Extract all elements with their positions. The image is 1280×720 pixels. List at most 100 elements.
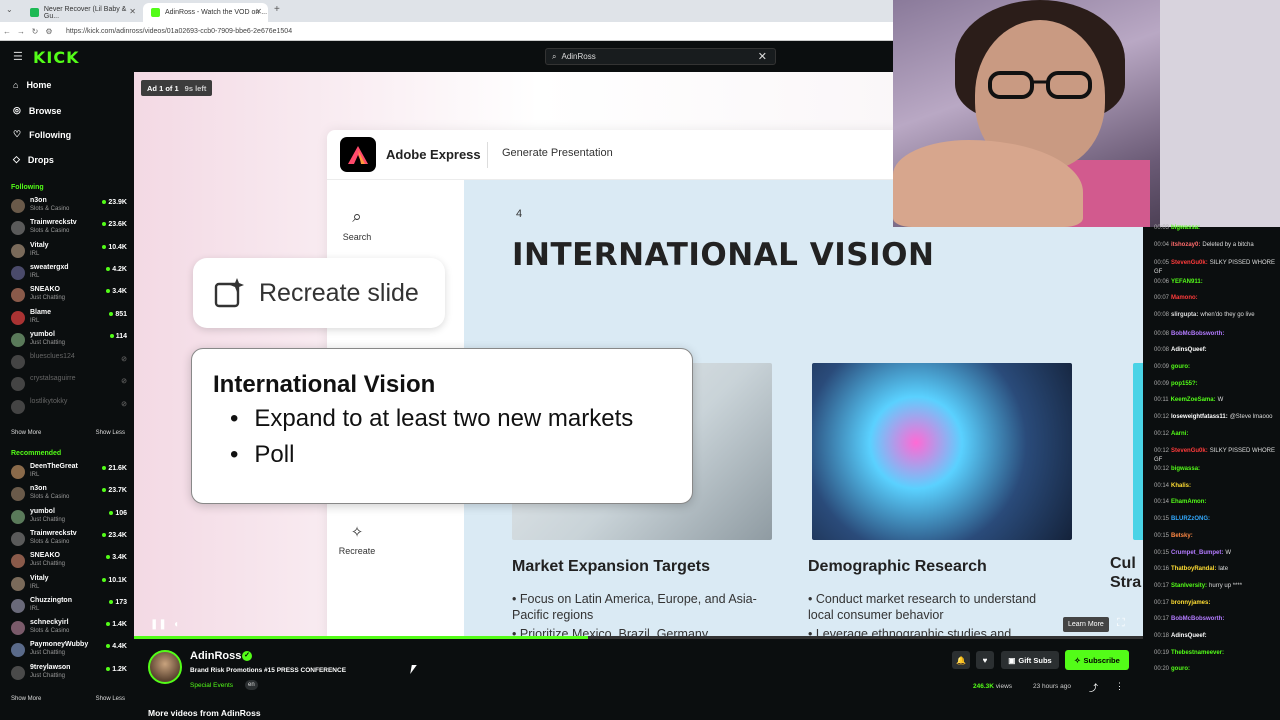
- chat-message: 00:08 slirgupta: when'do they go live: [1154, 311, 1280, 329]
- chat-username[interactable]: KeemZoeSama:: [1171, 397, 1216, 403]
- browser-tab[interactable]: Never Recover (Lil Baby & Gu... ✕: [22, 3, 142, 22]
- channel-item[interactable]: Vitaly IRL 10.1K: [11, 574, 127, 596]
- channel-item[interactable]: 9treylawson Just Chatting 1.2K: [11, 663, 127, 685]
- show-more-button[interactable]: Show More: [11, 696, 41, 702]
- chat-username[interactable]: Crumpet_Bumpet:: [1171, 550, 1223, 556]
- chat-username[interactable]: bronnyjames:: [1171, 600, 1210, 606]
- channel-item[interactable]: crystalsaguirre ⊘: [11, 374, 127, 396]
- chat-username[interactable]: AdinsQueef:: [1171, 347, 1207, 353]
- share-icon[interactable]: ⤴: [1089, 681, 1098, 694]
- close-tab-icon[interactable]: ✕: [255, 7, 262, 16]
- chat-username[interactable]: loseweightfatass11:: [1171, 414, 1228, 420]
- follow-button[interactable]: ♥: [976, 651, 994, 669]
- channel-item[interactable]: Trainwreckstv Slots & Casino 23.4K: [11, 529, 127, 551]
- clear-search-icon[interactable]: ✕: [758, 50, 767, 63]
- channel-item[interactable]: schneckyirl Slots & Casino 1.4K: [11, 618, 127, 640]
- show-less-button[interactable]: Show Less: [96, 430, 125, 436]
- channel-item[interactable]: Blame IRL 851: [11, 308, 127, 330]
- more-options-icon[interactable]: ⋮: [1115, 681, 1124, 692]
- chat-username[interactable]: BobMcBobsworth:: [1171, 616, 1224, 622]
- channel-item[interactable]: DeenTheGreat IRL 21.6K: [11, 462, 127, 484]
- close-tab-icon[interactable]: ✕: [129, 7, 136, 16]
- chat-username[interactable]: Betsky:: [1171, 533, 1193, 539]
- chat-username[interactable]: YEFAN911:: [1171, 279, 1203, 285]
- chat-username[interactable]: Mamono:: [1171, 295, 1198, 301]
- chat-username[interactable]: bigwassa:: [1171, 466, 1200, 472]
- chat-username[interactable]: gouro:: [1171, 364, 1190, 370]
- webcam-window-background: [1160, 0, 1280, 227]
- chat-username[interactable]: AdinsQueef:: [1171, 633, 1207, 639]
- chat-message: 00:15 Crumpet_Bumpet: W: [1154, 549, 1280, 558]
- show-less-button[interactable]: Show Less: [96, 696, 125, 702]
- channel-item[interactable]: PaymoneyWubby Just Chatting 4.4K: [11, 640, 127, 662]
- learn-more-button[interactable]: Learn More: [1063, 617, 1109, 632]
- chat-timestamp: 00:14: [1154, 482, 1170, 489]
- chat-message: 00:12 StevenGu0k: SILKY PISSED WHORE GF: [1154, 447, 1280, 465]
- chat-username[interactable]: StevenGu0k:: [1171, 448, 1208, 454]
- chat-username[interactable]: bigwassa:: [1171, 225, 1200, 231]
- show-more-button[interactable]: Show More: [11, 430, 41, 436]
- channel-name: yumbol: [30, 507, 55, 515]
- card-heading: Demographic Research: [808, 558, 987, 575]
- live-dot-icon: [109, 510, 114, 515]
- streamer-avatar[interactable]: [148, 650, 182, 684]
- chat-username[interactable]: itshozay0:: [1171, 242, 1200, 248]
- chat-username[interactable]: pop155?:: [1171, 381, 1198, 387]
- browser-tab-active[interactable]: AdinRoss - Watch the VOD on ... ✕: [143, 3, 268, 22]
- kick-logo[interactable]: KICK: [33, 48, 80, 67]
- search-input[interactable]: ⌕ AdinRoss ✕: [545, 48, 776, 65]
- channel-item[interactable]: SNEAKO Just Chatting 3.4K: [11, 285, 127, 307]
- chat-username[interactable]: StevenGu0k:: [1171, 260, 1208, 266]
- nav-drops[interactable]: ◇ Drops: [13, 154, 54, 165]
- chat-username[interactable]: BobMcBobsworth:: [1171, 331, 1224, 337]
- channel-item[interactable]: yumbol Just Chatting 106: [11, 507, 127, 529]
- nav-following[interactable]: ♡ Following: [13, 129, 71, 140]
- chat-username[interactable]: gouro:: [1171, 666, 1190, 672]
- channel-item[interactable]: lostlikytokky ⊘: [11, 397, 127, 419]
- channel-avatar: [11, 487, 25, 502]
- channel-item[interactable]: Chuzzington IRL 173: [11, 596, 127, 618]
- new-tab-icon[interactable]: +: [274, 4, 280, 15]
- gift-subs-button[interactable]: ▣ Gift Subs: [1001, 651, 1059, 669]
- nav-home[interactable]: ⌂ Home: [13, 80, 51, 90]
- chat-username[interactable]: ThatboyRandal:: [1171, 566, 1216, 572]
- fullscreen-icon[interactable]: ⛶: [1117, 617, 1125, 630]
- notification-bell-button[interactable]: 🔔: [952, 651, 970, 669]
- sidebar: ⌂ Home ◎ Browse ♡ Following ◇ Drops Following n3o…: [0, 72, 134, 720]
- menu-icon[interactable]: ☰: [13, 50, 23, 63]
- language-tag[interactable]: en: [245, 680, 258, 690]
- chat-username[interactable]: Khalis:: [1171, 483, 1191, 489]
- chat-username[interactable]: EhamAmon:: [1171, 499, 1206, 505]
- channel-item[interactable]: n3on Slots & Casino 23.7K: [11, 484, 127, 506]
- chat-username[interactable]: Thebestnameever:: [1171, 650, 1224, 656]
- channel-item[interactable]: sweatergxd IRL 4.2K: [11, 263, 127, 285]
- site-info-icon[interactable]: ⚙: [42, 27, 56, 36]
- viewer-count: 173: [109, 599, 127, 606]
- tab-search-icon[interactable]: ⌄: [6, 5, 13, 14]
- channel-item[interactable]: Trainwreckstv Slots & Casino 23.6K: [11, 218, 127, 240]
- channel-item[interactable]: bluesclues124 ⊘: [11, 352, 127, 374]
- streamer-name[interactable]: AdinRoss: [190, 650, 241, 662]
- chat-username[interactable]: BLURZzONG:: [1171, 516, 1210, 522]
- card-bullet: • Focus on Latin America, Europe, and As…: [512, 592, 757, 622]
- reload-icon[interactable]: ↻: [28, 27, 42, 36]
- url-text[interactable]: https://kick.com/adinross/videos/01a0269…: [66, 28, 292, 35]
- chat-username[interactable]: slirgupta:: [1171, 312, 1198, 318]
- channel-item[interactable]: SNEAKO Just Chatting 3.4K: [11, 551, 127, 573]
- chat-timestamp: 00:04: [1154, 241, 1170, 248]
- forward-icon[interactable]: →: [14, 27, 28, 36]
- channel-item[interactable]: Vitaly IRL 10.4K: [11, 241, 127, 263]
- pause-icon[interactable]: ❚❚: [150, 619, 167, 630]
- volume-icon[interactable]: ◖: [173, 619, 179, 630]
- chat-username[interactable]: Aarni:: [1171, 431, 1188, 437]
- channel-item[interactable]: yumbol Just Chatting 114: [11, 330, 127, 352]
- live-dot-icon: [109, 311, 114, 316]
- nav-browse[interactable]: ◎ Browse: [13, 105, 61, 116]
- stream-category[interactable]: Special Events: [190, 682, 233, 689]
- subscribe-button[interactable]: ✧ Subscribe: [1065, 650, 1129, 670]
- channel-avatar: [11, 531, 25, 546]
- viewer-count: 23.9K: [102, 199, 127, 206]
- chat-username[interactable]: Stanlversity:: [1171, 583, 1207, 589]
- back-icon[interactable]: ←: [0, 27, 14, 36]
- channel-item[interactable]: n3on Slots & Casino 23.9K: [11, 196, 127, 218]
